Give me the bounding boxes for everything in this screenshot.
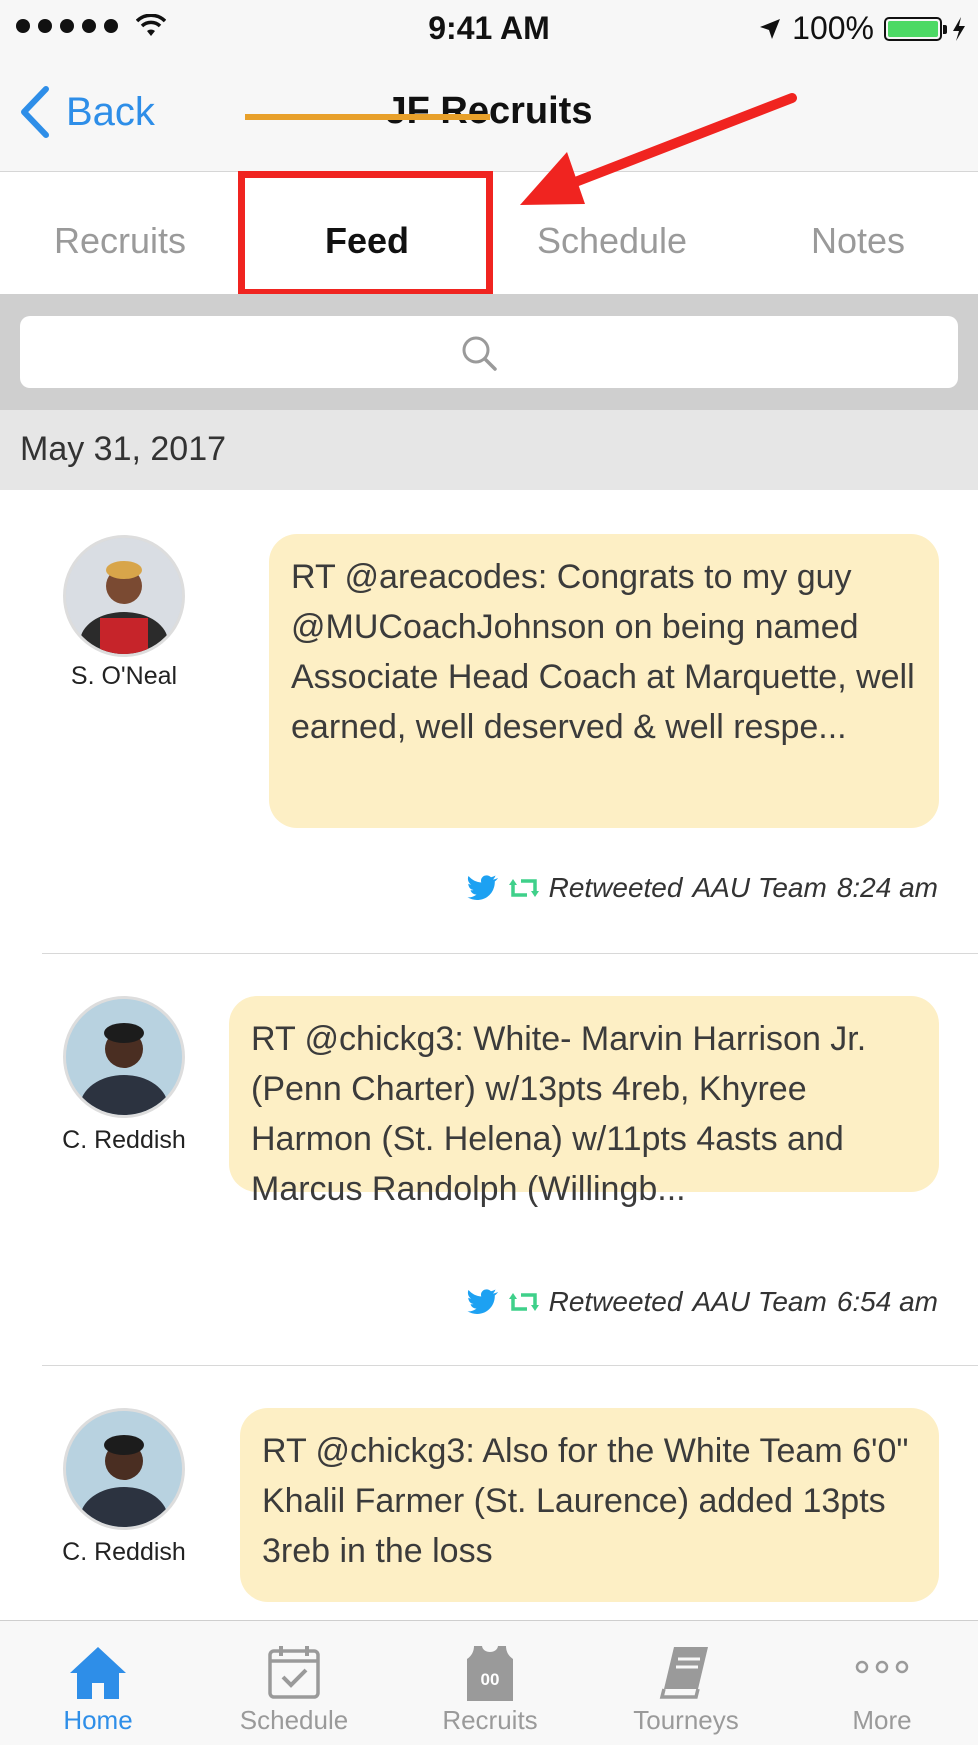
jersey-number: 00 [481,1670,500,1689]
author-name: S. O'Neal [70,662,178,690]
tabbar-label: Schedule [239,1705,349,1735]
tweet-action: Retweeted [548,872,683,903]
tweet-time: 8:24 am [836,872,938,903]
home-icon [70,1647,126,1699]
tabbar-schedule[interactable]: Schedule [196,1621,392,1745]
divider [42,953,978,954]
more-icon [855,1660,909,1674]
avatar[interactable] [63,1408,185,1530]
tabbar-recruits[interactable]: 00 Recruits [392,1621,588,1745]
tweet-bubble[interactable]: RT @chickg3: White- Marvin Harrison Jr. … [229,996,939,1208]
tweet-action: Retweeted [548,1286,683,1317]
avatar[interactable] [63,996,185,1118]
twitter-bird-icon [467,875,498,900]
twitter-bird-icon [467,1289,498,1314]
author-name: C. Reddish [62,1126,186,1154]
tweet-team: AAU Team [692,1286,827,1317]
annotation-arrow-icon [520,93,797,205]
tweet-meta: Retweeted AAU Team 8:24 am [467,872,938,904]
retweet-icon [508,1293,539,1311]
tabbar-label: Recruits [442,1705,538,1735]
search-icon [462,336,497,371]
tabbar-label: Home [63,1705,133,1735]
divider [42,1365,978,1366]
tweet-meta: Retweeted AAU Team 6:54 am [467,1286,938,1318]
calendar-icon [268,1646,320,1699]
tabbar-label: More [852,1705,912,1735]
retweet-icon [508,879,539,897]
book-icon [659,1647,708,1699]
tabbar-tourneys[interactable]: Tourneys [588,1621,784,1745]
tabbar-more[interactable]: More [784,1621,978,1745]
tweet-team: AAU Team [692,872,827,903]
tabbar-label: Tourneys [633,1705,739,1735]
jersey-icon: 00 [467,1646,513,1701]
tweet-time: 6:54 am [836,1286,938,1317]
tweet-bubble[interactable]: RT @chickg3: Also for the White Team 6'0… [240,1408,939,1602]
avatar[interactable] [63,535,185,657]
date-section-header: May 31, 2017 [0,410,978,490]
author-name: C. Reddish [62,1538,186,1566]
tweet-bubble[interactable]: RT @areacodes: Congrats to my guy @MUCoa… [269,534,939,828]
tabbar-home[interactable]: Home [0,1621,196,1745]
section-date: May 31, 2017 [20,430,227,468]
bottom-tab-bar: Home Schedule 00 Recruits Tourneys More [0,1620,978,1745]
